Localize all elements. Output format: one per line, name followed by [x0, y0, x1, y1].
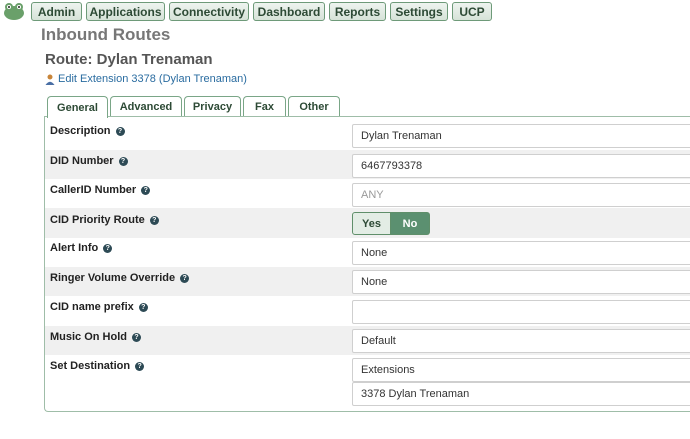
callerid-number-label: CallerID Number ? [50, 184, 151, 196]
music-on-hold-label-text: Music On Hold [50, 331, 127, 343]
user-icon [45, 74, 55, 85]
music-on-hold-label: Music On Hold ? [50, 331, 141, 343]
help-icon[interactable]: ? [103, 243, 113, 253]
music-on-hold-select[interactable]: Default [352, 329, 690, 353]
alert-info-row: Alert Info ? None [45, 238, 690, 267]
ringer-volume-label-text: Ringer Volume Override [50, 272, 176, 284]
did-number-label-text: DID Number [50, 155, 114, 167]
route-title: Route: Dylan Trenaman [45, 51, 213, 68]
page-title: Inbound Routes [41, 25, 171, 44]
alert-info-label-text: Alert Info [50, 242, 99, 254]
cid-prefix-input[interactable] [352, 300, 690, 324]
tab-privacy[interactable]: Privacy [184, 96, 241, 117]
did-number-row: DID Number ? 6467793378 [45, 150, 690, 179]
alert-info-input[interactable]: None [352, 241, 690, 265]
nav-reports[interactable]: Reports [329, 2, 386, 21]
edit-extension-label[interactable]: Edit Extension 3378 (Dylan Trenaman) [58, 73, 247, 85]
nav-settings[interactable]: Settings [390, 2, 448, 21]
description-row: Description ? Dylan Trenaman [45, 120, 690, 149]
cid-prefix-row: CID name prefix ? [45, 296, 690, 326]
callerid-number-row: CallerID Number ? ANY [45, 179, 690, 208]
edit-extension-link[interactable]: Edit Extension 3378 (Dylan Trenaman) [45, 73, 247, 85]
description-input[interactable]: Dylan Trenaman [352, 124, 690, 148]
top-nav: Admin Applications Connectivity Dashboar… [0, 0, 690, 24]
cid-priority-yes-button[interactable]: Yes [352, 212, 391, 235]
ringer-volume-select[interactable]: None [352, 270, 690, 294]
tab-other[interactable]: Other [288, 96, 340, 117]
destination-target-select[interactable]: 3378 Dylan Trenaman [352, 382, 690, 406]
description-label: Description ? [50, 125, 125, 137]
help-icon[interactable]: ? [118, 156, 128, 166]
help-icon[interactable]: ? [149, 215, 159, 225]
nav-dashboard[interactable]: Dashboard [253, 2, 325, 21]
cid-prefix-label: CID name prefix ? [50, 301, 148, 313]
nav-applications[interactable]: Applications [86, 2, 165, 21]
cid-priority-toggle: Yes No [352, 212, 430, 235]
cid-priority-label: CID Priority Route ? [50, 214, 159, 226]
music-on-hold-row: Music On Hold ? Default [45, 326, 690, 355]
set-destination-label-text: Set Destination [50, 360, 131, 372]
did-number-label: DID Number ? [50, 155, 128, 167]
callerid-number-label-text: CallerID Number [50, 184, 137, 196]
destination-type-select[interactable]: Extensions [352, 358, 690, 382]
did-number-input[interactable]: 6467793378 [352, 154, 690, 178]
cid-priority-row: CID Priority Route ? Yes No [45, 208, 690, 238]
cid-prefix-label-text: CID name prefix [50, 301, 134, 313]
tab-general[interactable]: General [47, 96, 108, 118]
help-icon[interactable]: ? [115, 126, 125, 136]
ringer-volume-label: Ringer Volume Override ? [50, 272, 190, 284]
callerid-number-input[interactable]: ANY [352, 183, 690, 207]
ringer-volume-row: Ringer Volume Override ? None [45, 267, 690, 296]
frog-logo-icon[interactable] [2, 1, 26, 21]
nav-connectivity[interactable]: Connectivity [169, 2, 249, 21]
cid-priority-no-button[interactable]: No [391, 212, 430, 235]
nav-admin[interactable]: Admin [31, 2, 82, 21]
cid-priority-label-text: CID Priority Route [50, 214, 145, 226]
alert-info-label: Alert Info ? [50, 242, 113, 254]
set-destination-label: Set Destination ? [50, 360, 145, 372]
help-icon[interactable]: ? [132, 332, 141, 342]
description-label-text: Description [50, 125, 111, 137]
set-destination-row: Set Destination ? Extensions 3378 Dylan … [45, 355, 690, 410]
help-icon[interactable]: ? [141, 185, 151, 195]
help-icon[interactable]: ? [180, 273, 190, 283]
nav-ucp[interactable]: UCP [452, 2, 492, 21]
help-icon[interactable]: ? [135, 361, 145, 371]
help-icon[interactable]: ? [138, 302, 148, 312]
tab-fax[interactable]: Fax [243, 96, 286, 117]
tab-advanced[interactable]: Advanced [110, 96, 182, 117]
